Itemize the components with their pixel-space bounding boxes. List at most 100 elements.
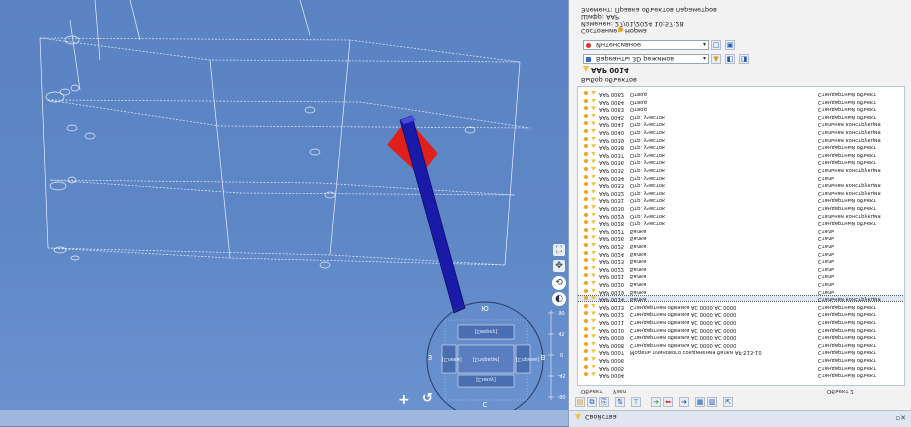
object-list[interactable]: ААР 0062 Отвод Стандартный объект ААР 0064 О… bbox=[577, 86, 905, 386]
list-view-icon[interactable]: ▥ bbox=[707, 397, 717, 407]
list-item-type: Стандартный объект bbox=[818, 304, 877, 310]
list-item-label: ААР 0033 bbox=[599, 182, 625, 189]
list-item[interactable]: ААР 0033 Отр. участок Стальная конструкция bbox=[578, 182, 904, 189]
fit-view-icon[interactable]: ⛶ bbox=[553, 244, 565, 256]
add-icon[interactable]: + bbox=[398, 392, 410, 408]
list-item-label: ААР 0023 bbox=[599, 258, 625, 265]
arrow-right-icon[interactable]: ➔ bbox=[651, 397, 661, 407]
list-item[interactable]: ААР 0063 Отвод Стандартный объект bbox=[578, 106, 904, 112]
list-title: Выбор объектов bbox=[581, 76, 637, 84]
object-icon bbox=[591, 372, 596, 377]
settings-button[interactable]: ▣ bbox=[725, 40, 735, 50]
copy-icon[interactable]: ⧉ bbox=[587, 397, 597, 407]
list-item[interactable]: ААР 0004 Стандартный объект bbox=[578, 372, 904, 378]
folder-icon[interactable]: ▤ bbox=[575, 397, 585, 407]
properties-panel: Элемент: Правка объектов параметров Шифр… bbox=[568, 0, 911, 427]
list-item[interactable]: ААР 0024 Балка Сталь bbox=[578, 250, 904, 257]
expand-icon[interactable]: ➜ bbox=[679, 397, 689, 407]
list-item[interactable]: ААР 0006 Стандартный объект bbox=[578, 357, 904, 363]
zoom-icon[interactable]: ◐ bbox=[552, 292, 566, 306]
pan-icon[interactable]: ✥ bbox=[553, 260, 565, 272]
3d-viewport[interactable]: [Cверху] [Спереди] [Слева] [Справа] [Сни… bbox=[0, 0, 568, 410]
list-item-type: Стальная конструкция bbox=[818, 136, 881, 143]
scene-canvas[interactable] bbox=[0, 0, 568, 410]
rotation-scale[interactable] bbox=[548, 310, 554, 400]
list-item[interactable]: ААР 0039 Отр. участок Стальная конструкция bbox=[578, 136, 904, 143]
list-item[interactable]: ААР 0030 Отр. участок Стандартный объект bbox=[578, 205, 904, 212]
list-item[interactable]: ААР 0021 Балка Сталь bbox=[578, 273, 904, 280]
list-item[interactable]: ААР 0023 Балка Сталь bbox=[578, 258, 904, 265]
variant-select[interactable]: Варианты 3D режимов ▾ bbox=[583, 54, 709, 64]
nav-cube-right-face[interactable]: [Справа] bbox=[516, 356, 539, 362]
list-item[interactable]: ААР 0036 Отр. участок Стандартный объект bbox=[578, 159, 904, 166]
status-dot-icon bbox=[584, 349, 588, 354]
list-item[interactable]: ААР 0020 Балка Сталь bbox=[578, 281, 904, 287]
list-item[interactable]: ААР 0027 Балка Сталь bbox=[578, 227, 904, 234]
arrow-left-icon[interactable]: ⬅ bbox=[663, 397, 673, 407]
list-item[interactable]: ААР 0031 Отр. участок Стандартный объект bbox=[578, 197, 904, 204]
view-button[interactable]: ◧ bbox=[725, 54, 735, 64]
list-item-label: ААР 0024 bbox=[599, 250, 625, 257]
list-item[interactable]: ААР 0032 Отр. участок Стальная конструкция bbox=[578, 189, 904, 196]
object-icon bbox=[591, 357, 596, 361]
list-item[interactable]: ААР 0014 Балка Стальная конструкция bbox=[578, 295, 904, 303]
list-item[interactable]: ААР 0010 Стандартная обвязка AC 0000 AC 0… bbox=[578, 326, 904, 333]
list-item[interactable]: ААР 0009 Стандартная обвязка AC 0000 AC 0… bbox=[578, 334, 904, 341]
list-item-label: ААР 0011 bbox=[599, 319, 625, 326]
list-item-label: ААР 0019 bbox=[599, 288, 625, 295]
list-item-label: ААР 0026 bbox=[599, 235, 625, 242]
status-dot-icon bbox=[584, 364, 588, 369]
grid-icon[interactable]: ▦ bbox=[695, 397, 705, 407]
list-item[interactable]: ААР 0007 Модель планового соединения балк… bbox=[578, 349, 904, 356]
list-item-label: ААР 0030 bbox=[599, 205, 625, 212]
list-item[interactable]: ААР 0064 Отвод Стандартный объект bbox=[578, 98, 904, 105]
list-item-label: ААР 0025 bbox=[599, 243, 625, 250]
list-item[interactable]: ААР 0037 Отр. участок Стандартный объект bbox=[578, 151, 904, 158]
export-icon[interactable]: ⇱ bbox=[723, 397, 733, 407]
close-icon[interactable]: ▫✕ bbox=[895, 414, 906, 422]
list-item[interactable]: ААР 0013 Стандартная обвязка AC 0000 AC 0… bbox=[578, 303, 904, 310]
list-item[interactable]: ААР 0035 Отр. участок Стальная конструкция bbox=[578, 167, 904, 173]
list-item[interactable]: ААР 0025 Балка Сталь bbox=[578, 243, 904, 250]
list-item[interactable]: ААР 0011 Стандартная обвязка AC 0000 AC 0… bbox=[578, 319, 904, 326]
list-item[interactable]: ААР 0040 Отр. участок Стальная конструкция bbox=[578, 129, 904, 135]
list-item-label: ААР 0034 bbox=[599, 174, 625, 181]
list-item-type: Стандартный объект bbox=[818, 334, 877, 341]
list-item[interactable]: ААР 0022 Балка Сталь bbox=[578, 265, 904, 272]
filter-icon[interactable]: ⊤ bbox=[631, 397, 641, 407]
status-dot-icon bbox=[584, 220, 588, 225]
nav-cube-front-face[interactable]: [Спереди] bbox=[462, 356, 510, 362]
list-item[interactable]: ААР 0019 Балка Сталь bbox=[578, 288, 904, 295]
sort-icon[interactable]: ⇅ bbox=[615, 397, 625, 407]
column-header[interactable]: Объект 2 bbox=[827, 388, 854, 394]
list-item[interactable]: ААР 0034 Отр. участок Сталь bbox=[578, 174, 904, 181]
status-dot-icon bbox=[584, 265, 588, 270]
list-item-type: Сталь bbox=[818, 273, 835, 280]
nav-cube-top-face[interactable]: [Cверху] bbox=[462, 328, 510, 334]
list-item[interactable]: ААР 0029 Отр. участок Стальная конструкция bbox=[578, 212, 904, 219]
object-icon bbox=[591, 159, 596, 164]
refresh-button[interactable]: ◨ bbox=[739, 54, 749, 64]
list-item[interactable]: ААР 0012 Стандартная обвязка AC 0000 AC 0… bbox=[578, 311, 904, 318]
filter-button[interactable]: ▼ bbox=[711, 54, 721, 64]
undo-icon[interactable]: ↺ bbox=[422, 391, 433, 406]
list-item[interactable]: ААР 0045 Отр. участок Стандартный объект bbox=[578, 113, 904, 120]
orbit-icon[interactable]: ⟲ bbox=[552, 276, 566, 290]
options-button[interactable]: □ bbox=[711, 40, 721, 50]
nav-cube-left-face[interactable]: [Слева] bbox=[442, 356, 462, 362]
column-header[interactable]: Объект bbox=[581, 388, 603, 394]
list-item[interactable]: ААР 0026 Балка Сталь bbox=[578, 235, 904, 242]
list-item-name: Балка bbox=[630, 228, 647, 234]
nav-cube-bottom-face[interactable]: [Снизу] bbox=[462, 376, 510, 382]
list-item[interactable]: ААР 0062 Отвод Стандартный объект bbox=[578, 91, 904, 97]
list-item[interactable]: ААР 0028 Отр. участок Стандартный объект bbox=[578, 220, 904, 226]
column-header[interactable]: Узел bbox=[613, 388, 626, 394]
list-item-type: Стандартный объект bbox=[818, 144, 877, 151]
list-item[interactable]: ААР 0005 Стандартный объект bbox=[578, 364, 904, 371]
list-item[interactable]: ААР 0041 Отр. участок Стальная конструкция bbox=[578, 121, 904, 128]
column-beam[interactable] bbox=[399, 115, 466, 314]
list-item[interactable]: ААР 0008 Стандартная обвязка AC 0000 AC 0… bbox=[578, 341, 904, 348]
mode-select[interactable]: Интенсивное ▾ bbox=[583, 40, 709, 50]
list-item[interactable]: ААР 0038 Отр. участок Стандартный объект bbox=[578, 144, 904, 151]
paste-icon[interactable]: ⎘ bbox=[599, 397, 609, 407]
